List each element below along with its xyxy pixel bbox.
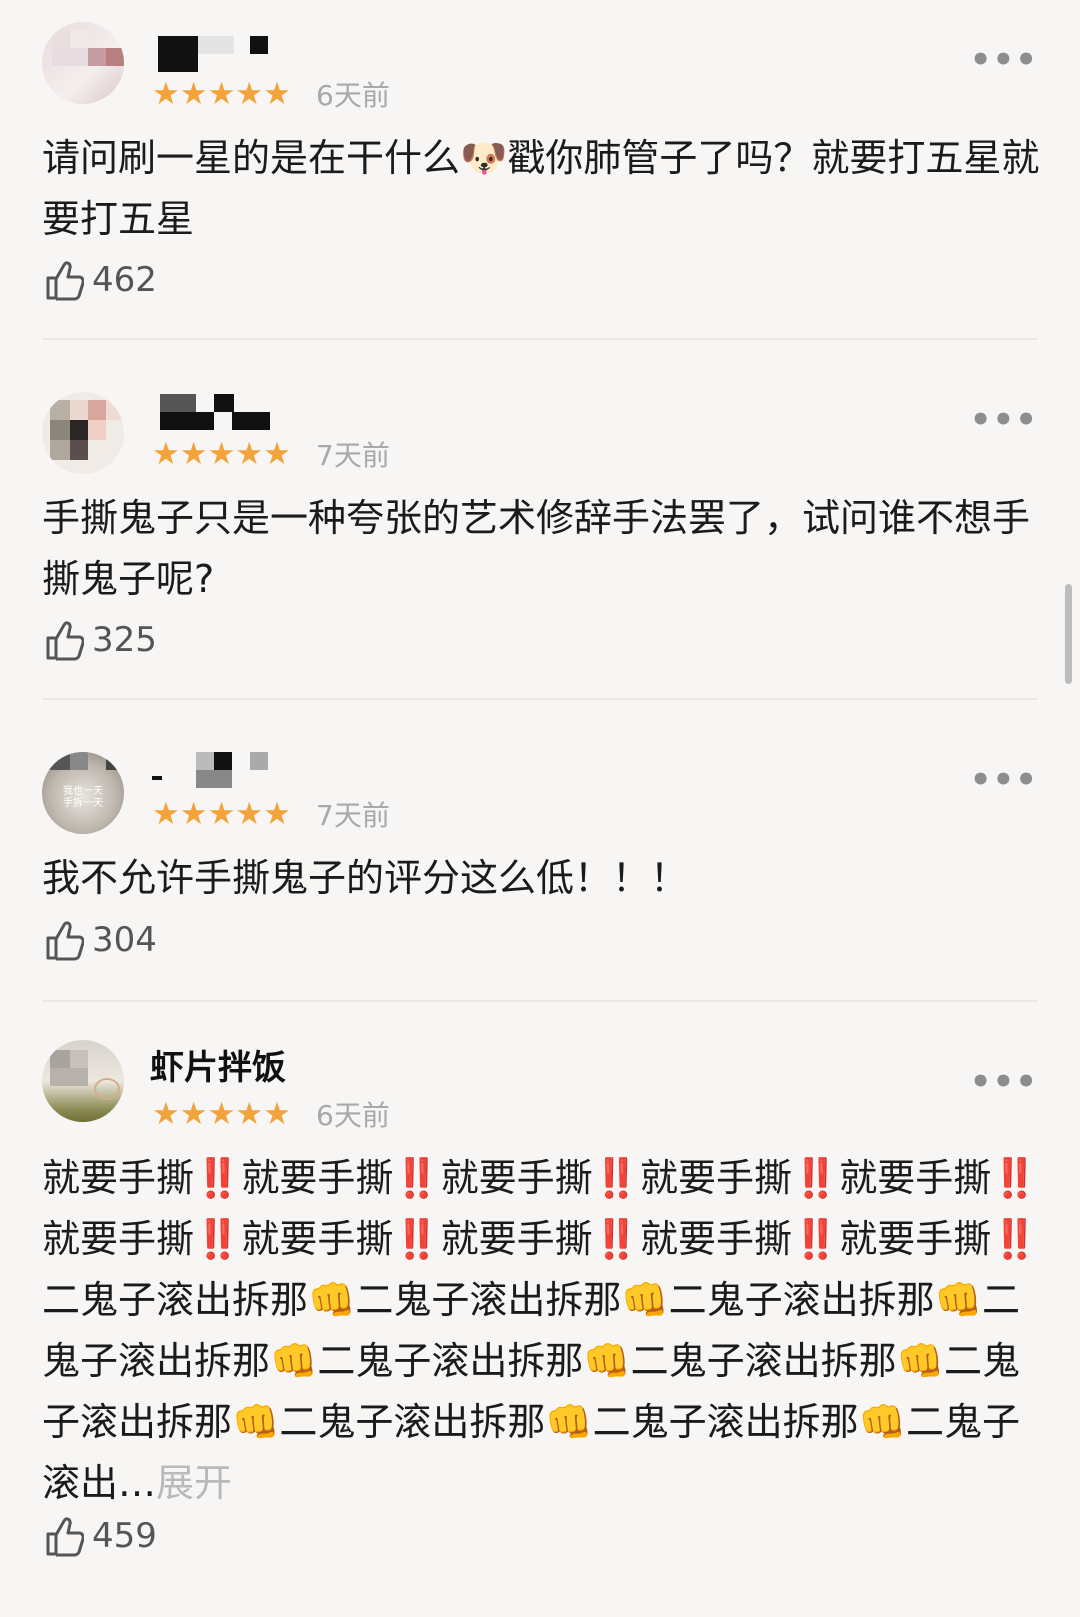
rating-stars: ★★★★★ [152, 76, 291, 112]
thumbs-up-icon [46, 621, 84, 661]
review-card: ★★★★★ 6天前 ••• 请问刷一星的是在干什么🐶戳你肺管子了吗？就要打五星就… [0, 0, 1080, 340]
username-redacted [158, 394, 278, 434]
like-count: 304 [92, 920, 157, 960]
review-text-body: 就要手撕‼️就要手撕‼️就要手撕‼️就要手撕‼️就要手撕‼️就要手撕‼️就要手撕… [42, 1156, 1039, 1505]
divider [42, 698, 1038, 700]
rating-stars: ★★★★★ [152, 796, 291, 832]
rating-stars: ★★★★★ [152, 436, 291, 472]
more-options-icon[interactable]: ••• [970, 43, 1038, 77]
username-redacted [158, 36, 278, 76]
review-text: 手撕鬼子只是一种夸张的艺术修辞手法罢了，试问谁不想手撕鬼子呢? [42, 496, 1031, 601]
review-text: 请问刷一星的是在干什么🐶戳你肺管子了吗？就要打五星就要打五星 [42, 136, 1040, 241]
more-options-icon[interactable]: ••• [970, 1065, 1038, 1099]
rating-stars: ★★★★★ [152, 1096, 291, 1132]
review-time: 6天前 [316, 1099, 390, 1132]
more-options-icon[interactable]: ••• [970, 763, 1038, 797]
like-count: 325 [92, 620, 157, 660]
thumbs-up-icon [46, 921, 84, 961]
scrollbar[interactable] [1065, 584, 1072, 684]
divider [42, 338, 1038, 340]
username: 虾片拌饭 [150, 1048, 286, 1088]
thumbs-up-icon [46, 261, 84, 301]
like-count: 459 [92, 1516, 157, 1556]
like-button[interactable]: 304 [44, 917, 157, 963]
review-text: 我不允许手撕鬼子的评分这么低！！！ [42, 856, 689, 900]
username-redacted [152, 752, 278, 792]
like-count: 462 [92, 260, 157, 300]
like-button[interactable]: 325 [44, 617, 157, 663]
avatar[interactable] [42, 392, 124, 474]
divider [42, 1000, 1038, 1002]
thumbs-up-icon [46, 1517, 84, 1557]
avatar[interactable]: 我也一天 手拆一天 [42, 752, 124, 834]
review-time: 6天前 [316, 79, 390, 112]
review-time: 7天前 [316, 439, 390, 472]
review-time: 7天前 [316, 799, 390, 832]
like-button[interactable]: 462 [44, 257, 157, 303]
avatar[interactable] [42, 1040, 124, 1122]
review-text: 就要手撕‼️就要手撕‼️就要手撕‼️就要手撕‼️就要手撕‼️就要手撕‼️就要手撕… [42, 1148, 1042, 1514]
more-options-icon[interactable]: ••• [970, 403, 1038, 437]
expand-link[interactable]: 展开 [156, 1461, 232, 1505]
like-button[interactable]: 459 [44, 1513, 157, 1559]
avatar[interactable] [42, 22, 124, 104]
